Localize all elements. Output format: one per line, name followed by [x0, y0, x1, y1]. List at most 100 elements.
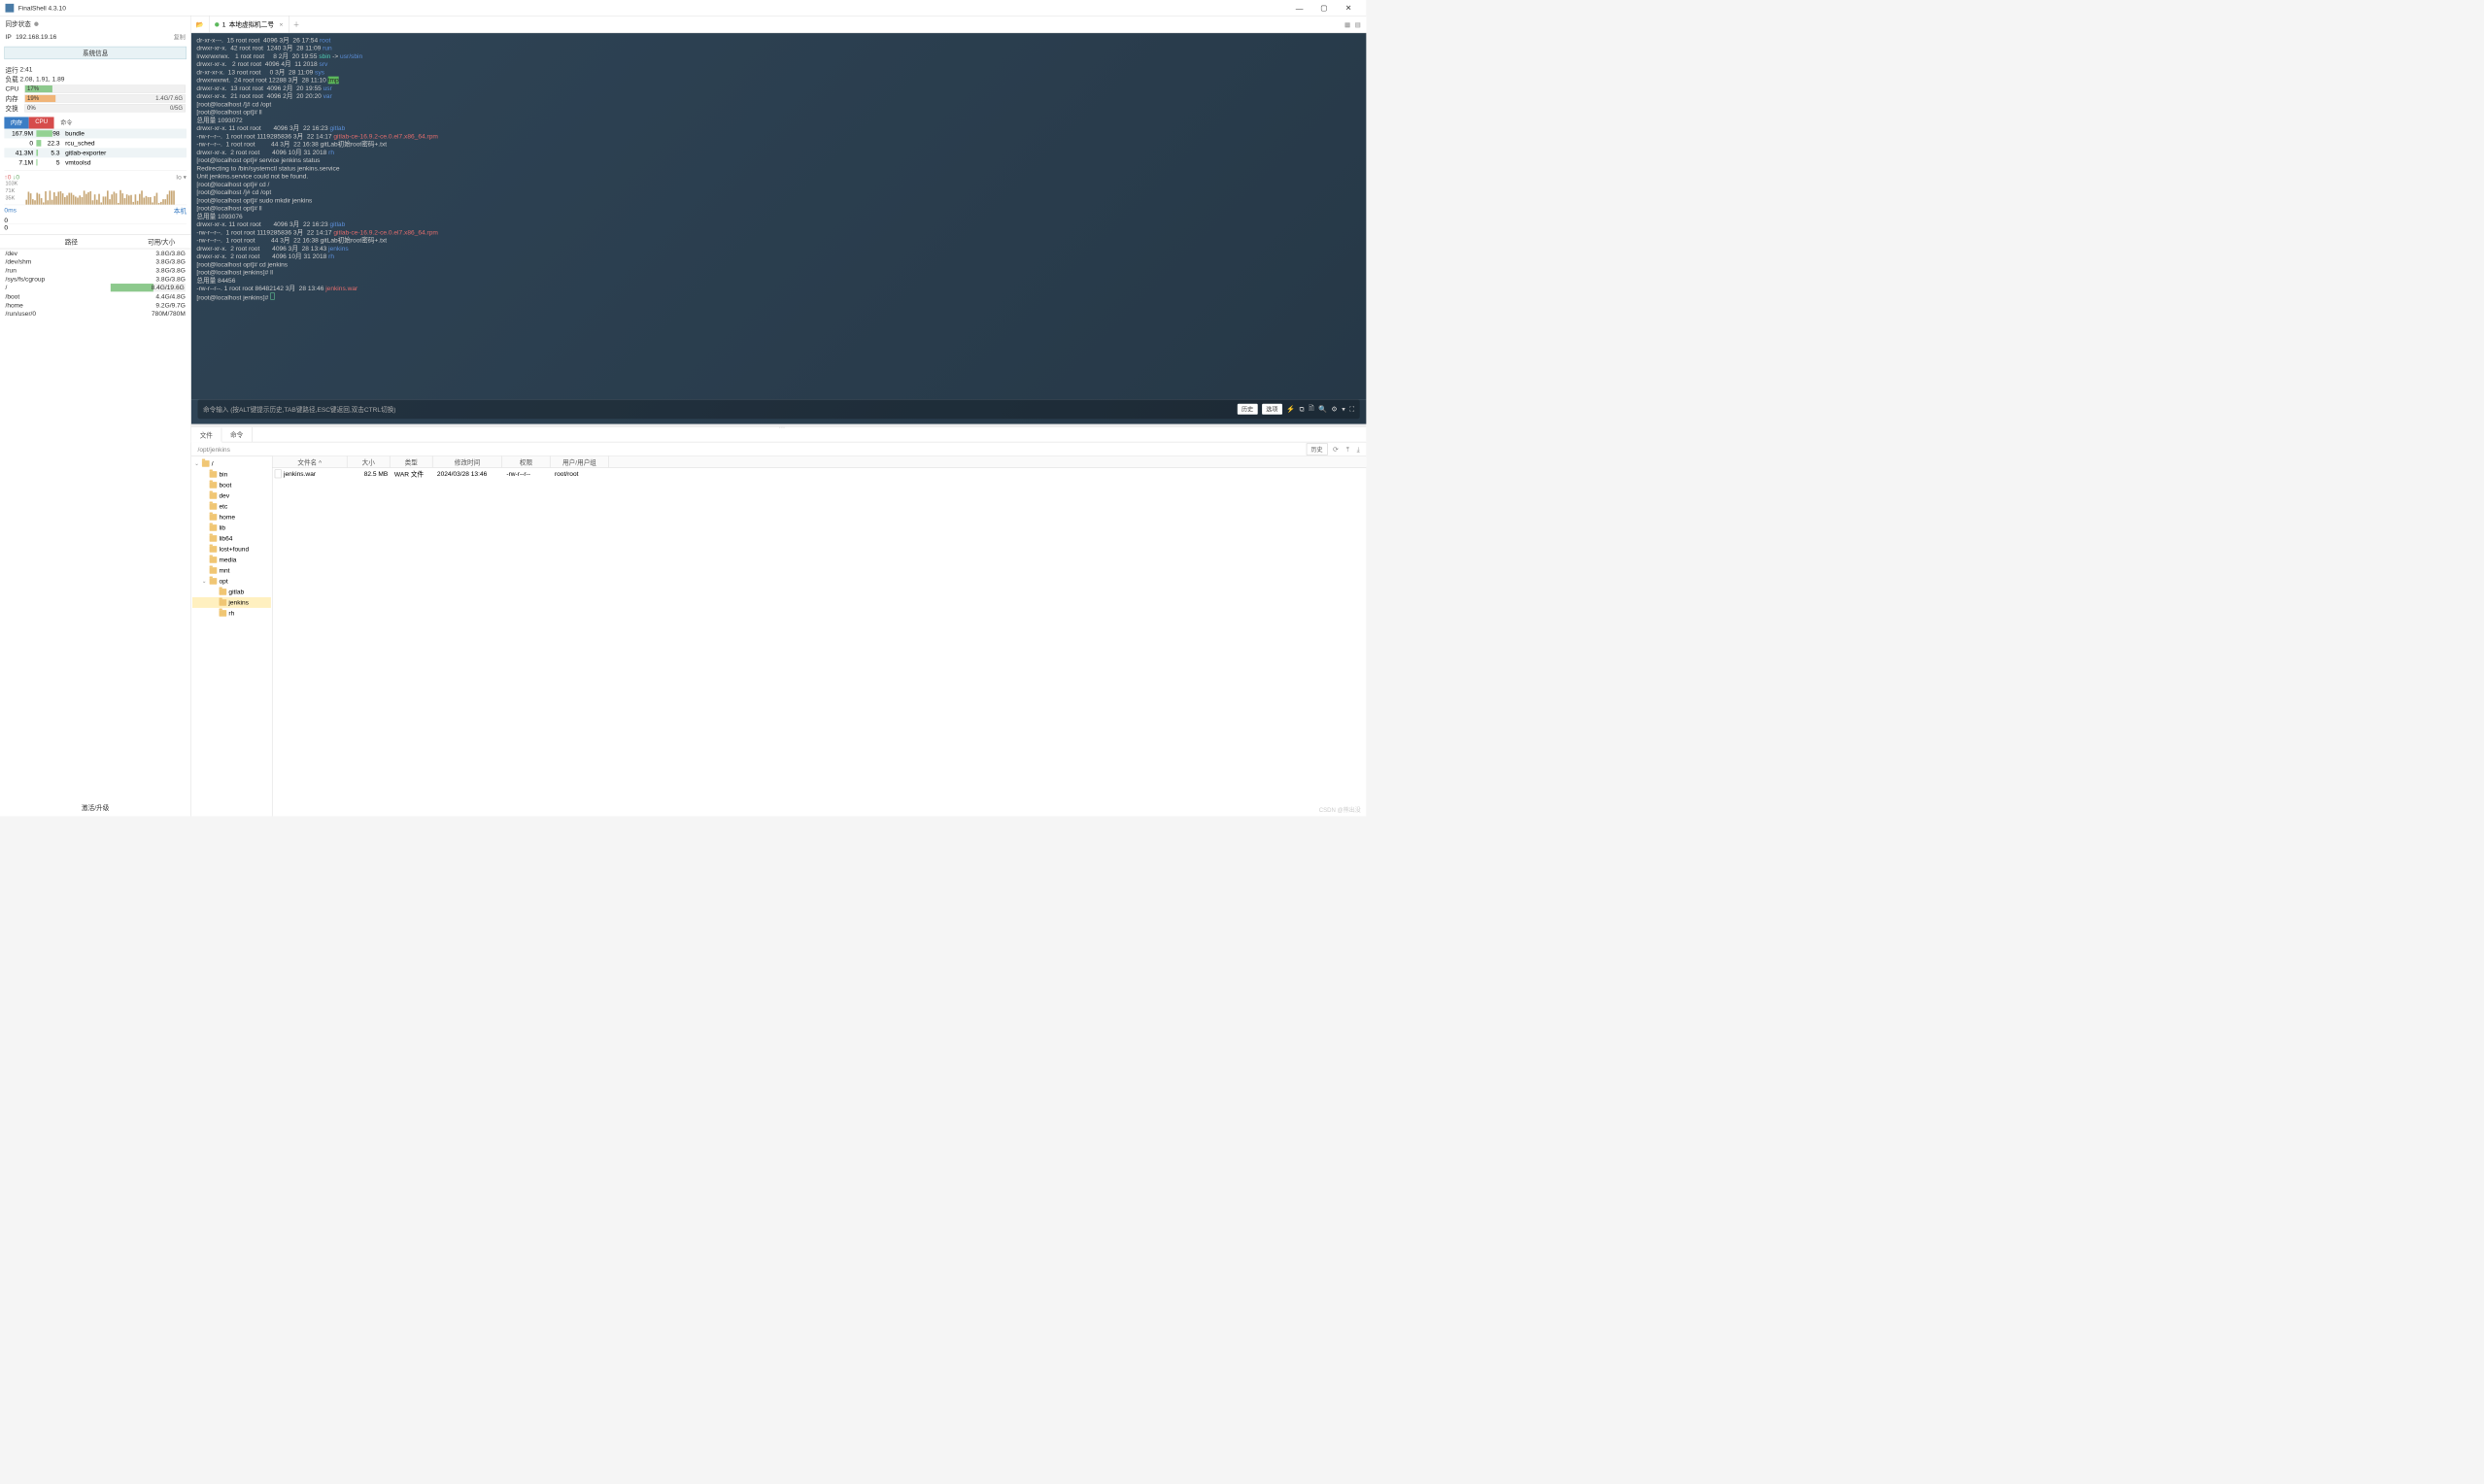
session-tab-name: 本地虚拟机二号: [229, 19, 274, 28]
disk-row[interactable]: /home9.2G/9.7G: [0, 301, 190, 310]
session-tab-num: 1: [222, 20, 226, 28]
col-name[interactable]: 文件名 ^: [273, 456, 348, 468]
tree-node[interactable]: ⌄/: [192, 458, 271, 469]
refresh-icon[interactable]: ⟳: [1331, 445, 1341, 454]
app-title: FinalShell 4.3.10: [18, 4, 1287, 12]
file-tab-files[interactable]: 文件: [191, 428, 221, 443]
disk-row[interactable]: /8.4G/19.6G: [0, 284, 190, 292]
notepad-icon[interactable]: 🗎: [1309, 403, 1314, 415]
disk-bar: 8.4G/19.6G: [111, 284, 186, 291]
disk-size: 9.2G/9.7G: [111, 301, 186, 309]
col-date[interactable]: 修改时间: [433, 456, 503, 468]
tree-node[interactable]: lost+found: [192, 544, 271, 555]
current-path[interactable]: /opt/jenkins: [195, 445, 1303, 453]
tree-node[interactable]: jenkins: [192, 597, 271, 608]
col-own[interactable]: 用户/用户组: [551, 456, 610, 468]
add-session-button[interactable]: ＋: [289, 17, 303, 33]
process-row[interactable]: 7.1M5vmtoolsd: [4, 157, 187, 167]
col-type[interactable]: 类型: [391, 456, 433, 468]
file-row[interactable]: jenkins.war82.5 MBWAR 文件2024/03/28 13:46…: [273, 468, 1367, 480]
proc-tab-cmd[interactable]: 命令: [54, 117, 79, 128]
tree-node-label: jenkins: [228, 599, 249, 607]
mem-bar: 19% 1.4G/7.6G: [24, 94, 186, 102]
fullscreen-icon[interactable]: ⛶: [1349, 405, 1354, 414]
disk-path: /sys/fs/cgroup: [6, 275, 111, 283]
dropdown-icon[interactable]: ▾: [1342, 405, 1345, 414]
file-tab-cmds[interactable]: 命令: [221, 427, 252, 442]
settings-icon[interactable]: ⚙: [1331, 405, 1337, 414]
copy-icon[interactable]: ⧉: [1299, 405, 1304, 414]
folder-icon: [220, 589, 227, 595]
copy-ip-button[interactable]: 复制: [174, 33, 186, 42]
search-icon[interactable]: 🔍: [1318, 405, 1327, 414]
process-row[interactable]: 41.3M5.3gitlab-exporter: [4, 148, 187, 157]
net-io-select[interactable]: Io ▾: [176, 173, 187, 181]
process-row[interactable]: 167.9M98bundle: [4, 129, 187, 139]
col-size[interactable]: 大小: [348, 456, 391, 468]
file-perm: -rw-r--r--: [504, 470, 553, 478]
load-label: 负载: [6, 75, 18, 84]
proc-tab-cpu[interactable]: CPU: [29, 117, 54, 128]
terminal[interactable]: dr-xr-x---. 15 root root 4096 3月 26 17:5…: [191, 33, 1366, 399]
disk-row[interactable]: /run3.8G/3.8G: [0, 266, 190, 275]
window-maximize-button[interactable]: ▢: [1311, 0, 1336, 16]
tree-node-label: /: [212, 460, 214, 468]
window-minimize-button[interactable]: —: [1287, 0, 1311, 16]
cmd-history-button[interactable]: 历史: [1238, 404, 1258, 415]
tree-node[interactable]: bin: [192, 469, 271, 480]
proc-mem: 41.3M: [4, 149, 36, 156]
disk-row[interactable]: /sys/fs/cgroup3.8G/3.8G: [0, 275, 190, 284]
disk-row[interactable]: /run/user/0780M/780M: [0, 309, 190, 318]
file-tabs: 文件 命令: [191, 427, 1366, 442]
lightning-icon[interactable]: ⚡: [1286, 405, 1295, 414]
cpu-label: CPU: [6, 84, 25, 92]
folder-icon: [210, 524, 218, 531]
net-graph: 103K 71K 35K: [4, 181, 187, 205]
swap-detail: 0/5G: [170, 105, 183, 112]
tree-node[interactable]: gitlab: [192, 587, 271, 597]
view-columns-icon[interactable]: ▤: [1354, 19, 1362, 29]
tree-node[interactable]: ⌄opt: [192, 576, 271, 587]
system-info-button[interactable]: 系统信息: [4, 47, 187, 59]
open-folder-button[interactable]: 📂: [191, 17, 210, 33]
horizontal-splitter[interactable]: [191, 424, 1366, 427]
tree-node[interactable]: dev: [192, 490, 271, 501]
tree-node[interactable]: home: [192, 512, 271, 523]
tree-node[interactable]: mnt: [192, 565, 271, 576]
uptime-row: 运行 2:41: [6, 65, 186, 75]
file-icon: [275, 469, 282, 478]
disk-row[interactable]: /dev3.8G/3.8G: [0, 249, 190, 257]
tree-node[interactable]: lib: [192, 523, 271, 533]
session-tab-close-icon[interactable]: ×: [279, 20, 283, 28]
tree-node[interactable]: rh: [192, 608, 271, 619]
path-history-button[interactable]: 历史: [1307, 443, 1328, 455]
watermark: CSDN @熊出没: [1319, 805, 1361, 814]
view-grid-icon[interactable]: ▦: [1344, 19, 1351, 29]
disk-path: /dev/shm: [6, 258, 111, 266]
tree-node[interactable]: etc: [192, 501, 271, 512]
process-row[interactable]: 022.3rcu_sched: [4, 138, 187, 148]
window-close-button[interactable]: ✕: [1337, 0, 1361, 16]
net-host-label[interactable]: 本机: [174, 206, 187, 215]
file-name: jenkins.war: [284, 470, 316, 478]
download-icon[interactable]: ⤓: [1354, 445, 1362, 454]
tree-node[interactable]: boot: [192, 480, 271, 490]
cmd-options-button[interactable]: 选项: [1262, 404, 1282, 415]
upload-icon[interactable]: ⤒: [1344, 445, 1352, 454]
cpu-row: CPU 17%: [6, 84, 186, 93]
disk-header-size[interactable]: 可用/大小: [137, 237, 186, 246]
disk-row[interactable]: /boot4.4G/4.8G: [0, 292, 190, 301]
cpu-pct: 17%: [27, 85, 39, 92]
command-input[interactable]: 命令输入 (按ALT键提示历史,TAB键路径,ESC键返回,双击CTRL切换): [203, 405, 1233, 414]
disk-row[interactable]: /dev/shm3.8G/3.8G: [0, 257, 190, 266]
right-panel: 📂 1 本地虚拟机二号 × ＋ ▦ ▤ dr-xr-x---. 15 root …: [191, 17, 1366, 817]
col-perm[interactable]: 权限: [502, 456, 551, 468]
disk-header-path[interactable]: 路径: [6, 237, 138, 246]
proc-tab-mem[interactable]: 内存: [4, 117, 28, 128]
session-tab[interactable]: 1 本地虚拟机二号 ×: [210, 17, 289, 33]
directory-tree[interactable]: ⌄/binbootdevetchomeliblib64lost+foundmed…: [191, 456, 273, 817]
tree-node[interactable]: media: [192, 555, 271, 565]
activate-button[interactable]: 激活/升级: [0, 798, 190, 816]
tree-node[interactable]: lib64: [192, 533, 271, 544]
ip-value: 192.168.19.16: [16, 33, 56, 42]
